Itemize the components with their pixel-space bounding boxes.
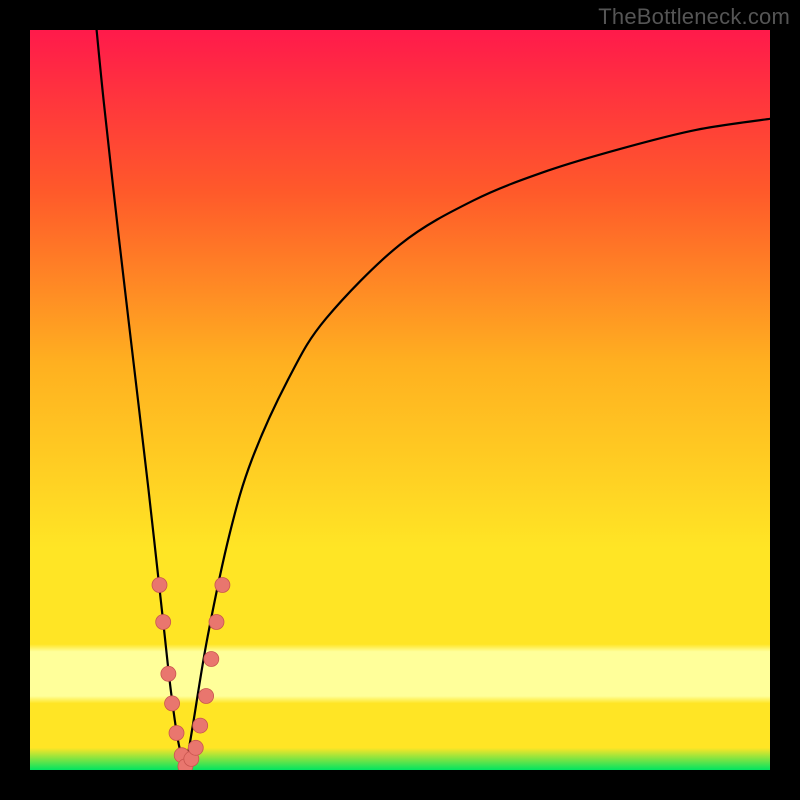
marker-point	[199, 689, 214, 704]
marker-point	[204, 652, 219, 667]
plot-area	[30, 30, 770, 770]
bottleneck-curve	[97, 30, 770, 770]
marker-point	[152, 578, 167, 593]
marker-point	[161, 666, 176, 681]
curve-left-branch	[97, 30, 186, 770]
marker-point	[209, 615, 224, 630]
curve-right-branch	[185, 119, 770, 770]
chart-frame: TheBottleneck.com	[0, 0, 800, 800]
marker-point	[169, 726, 184, 741]
watermark-text: TheBottleneck.com	[598, 4, 790, 30]
marker-point	[156, 615, 171, 630]
chart-svg	[30, 30, 770, 770]
marker-point	[215, 578, 230, 593]
marker-point	[193, 718, 208, 733]
marker-point	[188, 740, 203, 755]
marker-point	[165, 696, 180, 711]
